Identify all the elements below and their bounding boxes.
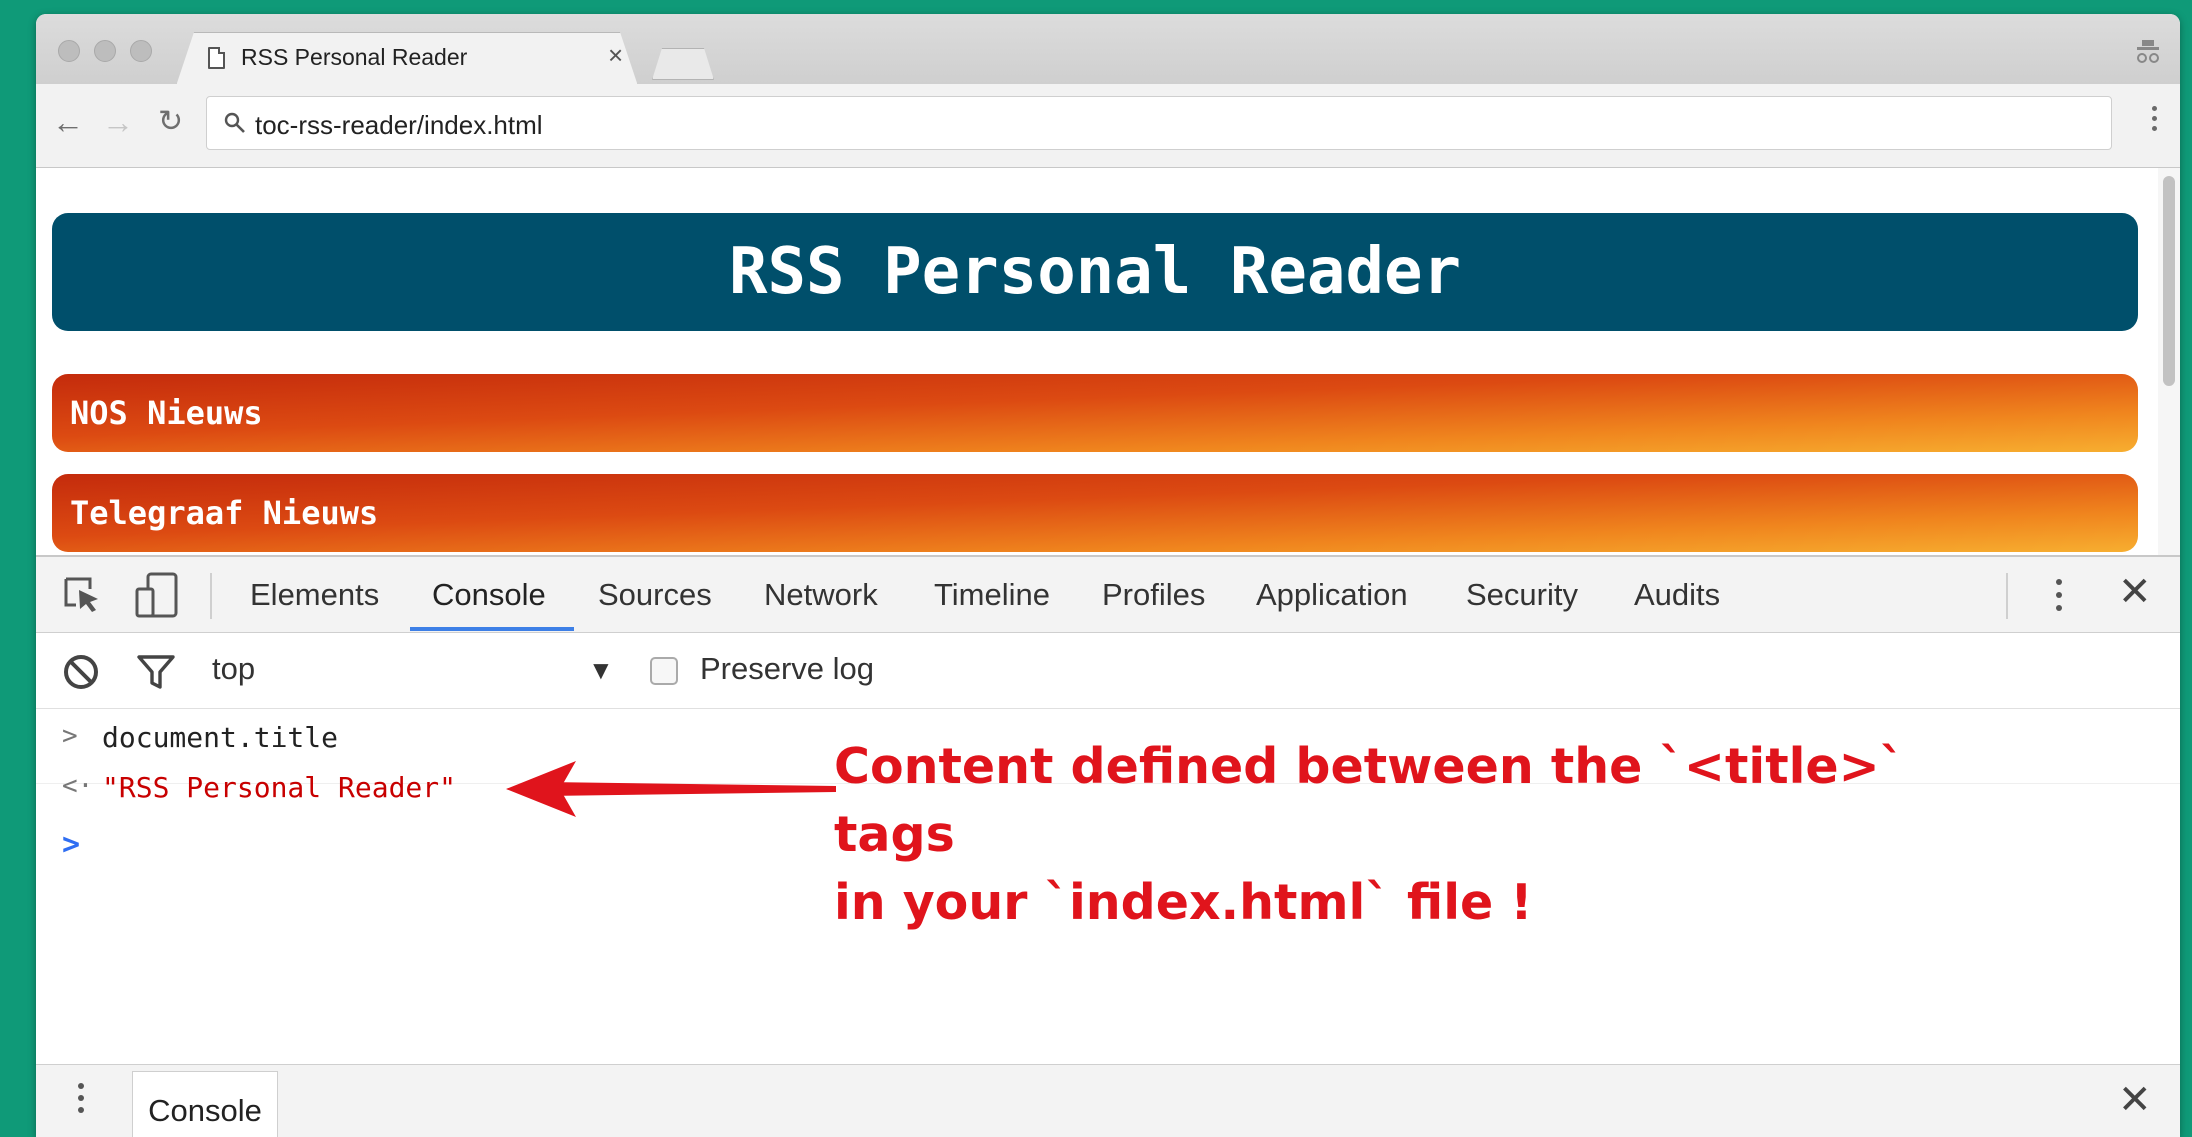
console-drawer: Console ✕ xyxy=(36,1064,2180,1137)
drawer-close-icon[interactable]: ✕ xyxy=(2118,1077,2152,1123)
device-toolbar-icon[interactable] xyxy=(134,571,180,619)
active-tab-indicator xyxy=(410,627,574,631)
address-bar[interactable]: toc-rss-reader/index.html xyxy=(206,96,2112,150)
search-icon xyxy=(224,112,245,133)
maximize-window-button[interactable] xyxy=(130,40,152,62)
console-result-text: "RSS Personal Reader" xyxy=(102,771,457,804)
tab-sources[interactable]: Sources xyxy=(598,577,712,613)
annotation-text: Content defined between the `<title>` ta… xyxy=(834,733,2034,937)
tab-close-button[interactable]: × xyxy=(608,42,623,68)
browser-toolbar: ← → ↻ toc-rss-reader/index.html xyxy=(36,84,2180,168)
forward-arrow-icon[interactable]: → xyxy=(102,102,134,142)
annotation-line-2: in your `index.html` file ! xyxy=(834,874,1533,931)
input-prompt-icon: > xyxy=(62,721,78,751)
annotation-line-1: Content defined between the `<title>` ta… xyxy=(834,738,1905,863)
devtools-panel: Elements Console Sources Network Timelin… xyxy=(36,555,2180,1137)
console-input-text: document.title xyxy=(102,721,339,754)
annotation-arrow-icon xyxy=(506,761,836,817)
new-tab-button[interactable] xyxy=(652,48,714,80)
page-scrollbar[interactable] xyxy=(2158,168,2180,555)
tab-strip: RSS Personal Reader × xyxy=(36,14,2180,84)
output-prompt-icon: <· xyxy=(62,771,94,801)
scrollbar-thumb[interactable] xyxy=(2163,176,2175,386)
devtools-tabbar: Elements Console Sources Network Timelin… xyxy=(36,557,2180,633)
reload-icon[interactable]: ↻ xyxy=(158,102,183,142)
page-viewport: RSS Personal Reader NOS Nieuws Telegraaf… xyxy=(36,168,2180,555)
tab-title[interactable]: RSS Personal Reader xyxy=(241,44,467,71)
devtools-menu-icon[interactable] xyxy=(2056,579,2062,618)
clear-console-icon[interactable] xyxy=(62,653,100,691)
tab-profiles[interactable]: Profiles xyxy=(1102,577,1205,613)
page-title: RSS Personal Reader xyxy=(52,213,2138,331)
tab-timeline[interactable]: Timeline xyxy=(934,577,1050,613)
devtools-close-icon[interactable]: ✕ xyxy=(2118,569,2152,615)
tab-application[interactable]: Application xyxy=(1256,577,1408,613)
address-text[interactable]: toc-rss-reader/index.html xyxy=(255,110,543,141)
inspect-element-icon[interactable] xyxy=(62,575,102,615)
tab-security[interactable]: Security xyxy=(1466,577,1578,613)
tab-network[interactable]: Network xyxy=(764,577,878,613)
browser-menu-icon[interactable] xyxy=(2152,106,2158,136)
browser-window: RSS Personal Reader × ← → ↻ toc-rss-read… xyxy=(36,14,2180,1137)
back-arrow-icon[interactable]: ← xyxy=(52,102,84,142)
tab-audits[interactable]: Audits xyxy=(1634,577,1720,613)
feed-item-nos[interactable]: NOS Nieuws xyxy=(52,374,2138,452)
filter-icon[interactable] xyxy=(136,653,176,691)
dropdown-arrow-icon[interactable]: ▼ xyxy=(588,655,614,686)
drawer-menu-icon[interactable] xyxy=(78,1083,84,1119)
minimize-window-button[interactable] xyxy=(94,40,116,62)
tab-elements[interactable]: Elements xyxy=(250,577,379,613)
toolbar-divider xyxy=(2006,573,2008,619)
drawer-tab-console[interactable]: Console xyxy=(132,1071,278,1137)
tab-console[interactable]: Console xyxy=(432,577,546,613)
console-output[interactable]: > document.title <· "RSS Personal Reader… xyxy=(36,709,2180,1064)
context-selector[interactable]: top xyxy=(212,651,255,687)
toolbar-divider xyxy=(210,573,212,619)
console-toolbar: top ▼ Preserve log xyxy=(36,633,2180,709)
incognito-icon xyxy=(2137,40,2159,63)
close-window-button[interactable] xyxy=(58,40,80,62)
console-prompt-icon: > xyxy=(62,827,81,862)
feed-item-telegraaf[interactable]: Telegraaf Nieuws xyxy=(52,474,2138,552)
preserve-log-label[interactable]: Preserve log xyxy=(700,651,874,687)
preserve-log-checkbox[interactable] xyxy=(650,657,678,685)
page-icon xyxy=(208,47,225,69)
